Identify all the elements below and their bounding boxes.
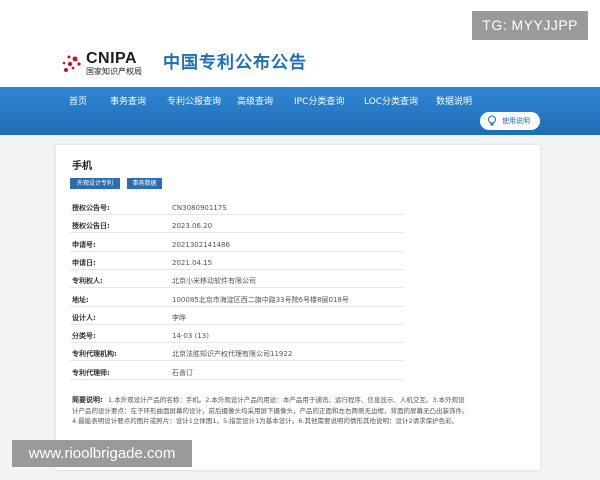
row-value: 石善订 [172, 368, 193, 377]
row-label: 专利权人: [72, 277, 103, 286]
row-divider [70, 378, 404, 380]
watermark-top: TG: MYYJJPP [472, 11, 588, 40]
row-label: 专利代理师: [72, 368, 110, 377]
row-label: 申请号: [72, 240, 96, 249]
nav-item-home[interactable]: 首页 [69, 96, 87, 108]
row-divider [70, 268, 404, 270]
row-label: 申请日: [72, 258, 96, 267]
nav-item-data-notes[interactable]: 数据说明 [436, 96, 472, 108]
lightbulb-icon [488, 115, 496, 126]
row-value: 2023.06.20 [172, 222, 213, 231]
row-value: 2021302141486 [172, 240, 230, 249]
cnipa-logo[interactable]: CNIPA 国家知识产权局 [60, 50, 160, 78]
row-divider [70, 250, 404, 252]
site-title: 中国专利公布公告 [163, 53, 307, 73]
row-label: 地址: [72, 295, 89, 304]
row-value: 14-03 (13) [172, 332, 209, 341]
tag-design-patent[interactable]: 外观设计专利 [70, 178, 120, 189]
row-label: 专利代理机构: [72, 350, 117, 359]
help-button[interactable]: 使用说明 [480, 112, 540, 130]
row-label: 授权公告日: [72, 222, 110, 231]
logo-text-en: CNIPA [86, 50, 138, 67]
nav-item-ipc-search[interactable]: IPC分类查询 [294, 96, 344, 108]
row-value: 100085北京市海淀区西二旗中路33号院6号楼8层018号 [172, 295, 349, 304]
row-value: 2021.04.15 [172, 258, 213, 267]
row-divider [70, 214, 404, 215]
logo-text-cn: 国家知识产权局 [86, 67, 142, 76]
nav-item-gazette-search[interactable]: 专利公报查询 [167, 96, 221, 108]
row-value: 北京小米移动软件有限公司 [172, 277, 256, 286]
help-button-label: 使用说明 [502, 117, 530, 125]
watermark-bottom: www.rioolbrigade.com [12, 440, 192, 467]
nav-item-advanced-search[interactable]: 高级查询 [237, 96, 273, 108]
nav-item-loc-search[interactable]: LOC分类查询 [364, 96, 418, 108]
patent-title: 手机 [72, 161, 92, 172]
row-divider [70, 287, 404, 289]
row-divider [70, 232, 404, 234]
tag-affairs-data[interactable]: 事务数据 [127, 178, 162, 189]
row-value: 李晔 [172, 313, 186, 322]
row-divider [70, 360, 404, 362]
nav-item-affairs-search[interactable]: 事务查询 [110, 96, 146, 108]
row-value: CN308090117S [172, 204, 227, 212]
row-divider [70, 342, 404, 344]
row-label: 设计人: [72, 313, 96, 322]
brief-description-text: 1.本外观设计产品的名称：手机。2.本外观设计产品的用途：本产品用于通讯、运行程… [72, 396, 469, 425]
row-divider [70, 305, 404, 307]
row-value: 北京法胜知识产权代理有限公司11922 [172, 350, 293, 359]
row-label: 授权公告号: [72, 204, 110, 212]
cnipa-emblem-icon [62, 55, 81, 72]
row-divider [70, 323, 404, 325]
row-label: 分类号: [72, 332, 96, 341]
